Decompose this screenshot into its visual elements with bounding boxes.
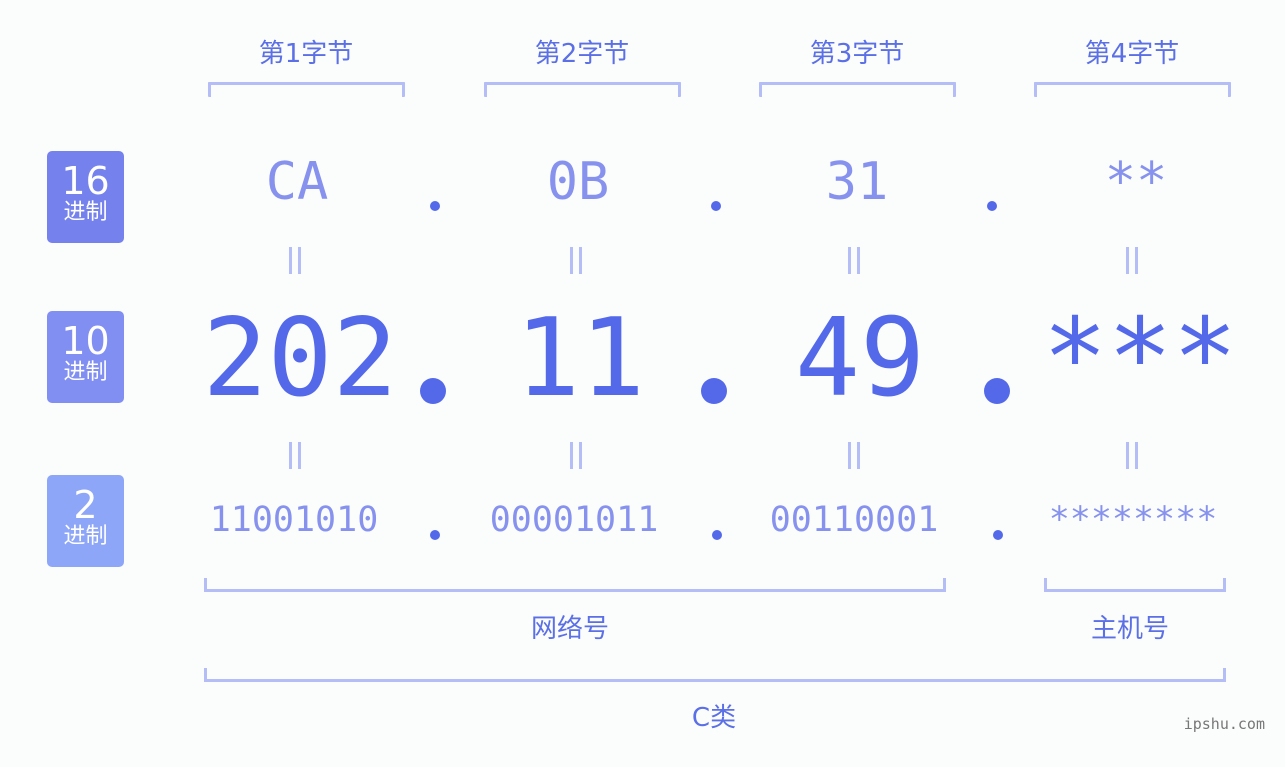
- byte-header-3: 第3字节: [809, 39, 905, 69]
- decimal-byte-3: 49: [794, 296, 926, 421]
- decimal-byte-2: 11: [514, 296, 646, 421]
- hex-byte-2: 0B: [546, 152, 610, 212]
- equals-icon: [1126, 442, 1138, 473]
- binary-separator-dot: [993, 530, 1003, 540]
- binary-byte-4: ********: [1048, 500, 1218, 540]
- binary-badge-number: 2: [73, 483, 98, 527]
- byte-header-4: 第4字节: [1084, 39, 1180, 69]
- equals-icon: [570, 442, 582, 473]
- equals-icon: [848, 442, 860, 473]
- decimal-byte-1: 202: [202, 296, 398, 421]
- binary-badge: 2 进制: [47, 475, 124, 567]
- hex-badge-unit: 进制: [63, 200, 108, 225]
- binary-byte-2: 00001011: [489, 500, 659, 540]
- equals-icon: [1126, 247, 1138, 278]
- class-bracket: [204, 668, 1226, 682]
- byte-header-1: 第1字节: [258, 39, 354, 69]
- hex-badge: 16 进制: [47, 151, 124, 243]
- hex-separator-dot: [430, 201, 440, 211]
- decimal-badge: 10 进制: [47, 311, 124, 403]
- binary-separator-dot: [430, 530, 440, 540]
- decimal-separator-dot: [701, 378, 727, 404]
- hex-byte-1: CA: [265, 152, 329, 212]
- decimal-badge-number: 10: [61, 319, 110, 363]
- host-bracket: [1044, 578, 1226, 592]
- decimal-byte-4: ***: [1042, 296, 1238, 421]
- byte-header-2: 第2字节: [534, 39, 630, 69]
- equals-icon: [570, 247, 582, 278]
- byte-bracket-2: [484, 82, 681, 97]
- decimal-separator-dot: [984, 378, 1010, 404]
- hex-byte-3: 31: [825, 152, 889, 212]
- binary-byte-1: 11001010: [209, 500, 379, 540]
- hex-separator-dot: [711, 201, 721, 211]
- class-label: C类: [691, 703, 737, 733]
- equals-icon: [289, 442, 301, 473]
- decimal-separator-dot: [420, 378, 446, 404]
- equals-icon: [289, 247, 301, 278]
- network-label: 网络号: [530, 614, 609, 644]
- hex-byte-4: **: [1104, 152, 1168, 212]
- binary-badge-unit: 进制: [63, 524, 108, 549]
- byte-bracket-4: [1034, 82, 1231, 97]
- network-bracket: [204, 578, 946, 592]
- binary-byte-3: 00110001: [769, 500, 939, 540]
- hex-badge-number: 16: [61, 159, 110, 203]
- byte-bracket-1: [208, 82, 405, 97]
- binary-separator-dot: [712, 530, 722, 540]
- hex-separator-dot: [987, 201, 997, 211]
- host-label: 主机号: [1090, 614, 1169, 644]
- watermark: ipshu.com: [1183, 715, 1265, 733]
- equals-icon: [848, 247, 860, 278]
- decimal-badge-unit: 进制: [63, 360, 108, 385]
- byte-bracket-3: [759, 82, 956, 97]
